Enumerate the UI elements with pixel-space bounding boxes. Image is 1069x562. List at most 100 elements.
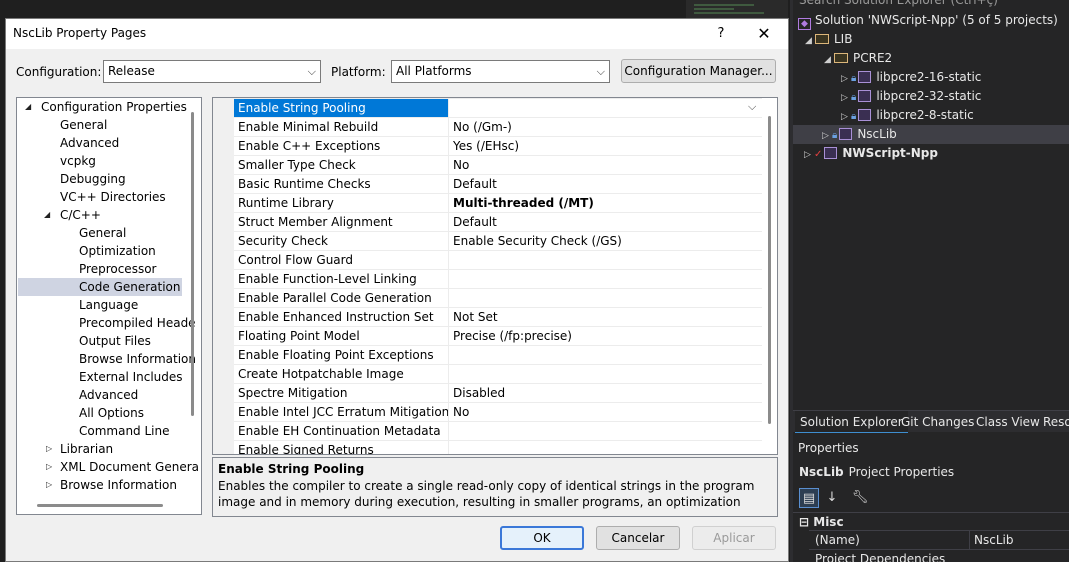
cancel-button[interactable]: Cancelar xyxy=(596,526,680,550)
solution-node[interactable]: ◆ Solution 'NWScript-Npp' (5 of 5 project… xyxy=(798,11,1058,30)
property-row[interactable]: Enable Enhanced Instruction Set Not Set xyxy=(234,307,762,327)
chevron-right-icon[interactable]: ▷ xyxy=(804,146,814,165)
property-value[interactable]: NscLib xyxy=(969,531,1069,550)
property-value[interactable]: Disabled xyxy=(448,384,762,403)
project-nwscript-npp[interactable]: ▷ ✓ NWScript-Npp xyxy=(804,144,938,163)
tab-git-changes[interactable]: Git Changes xyxy=(896,411,979,433)
property-row[interactable]: Smaller Type Check No xyxy=(234,155,762,175)
project-libpcre2-8[interactable]: ▷ 🔒︎ libpcre2-8-static xyxy=(841,106,974,125)
property-row[interactable]: Enable Minimal Rebuild No (/Gm-) xyxy=(234,117,762,137)
tree-item-optimization[interactable]: Optimization xyxy=(79,242,156,260)
tree-item-cpp-advanced[interactable]: Advanced xyxy=(79,386,138,404)
apply-button[interactable]: Aplicar xyxy=(692,526,776,550)
property-value[interactable] xyxy=(448,346,762,365)
ok-button[interactable]: OK xyxy=(500,526,584,550)
tree-item-librarian[interactable]: Librarian xyxy=(60,440,113,458)
property-value[interactable]: No xyxy=(448,403,762,422)
property-row[interactable]: Create Hotpatchable Image xyxy=(234,364,762,384)
property-value[interactable]: No (/Gm-) xyxy=(448,118,762,137)
tree-item-vcpkg[interactable]: vcpkg xyxy=(60,152,96,170)
properties-object-selector[interactable]: NscLib Project Properties xyxy=(793,461,1069,483)
tab-solution-explorer[interactable]: Solution Explorer xyxy=(795,411,908,433)
property-row[interactable]: Enable Intel JCC Erratum Mitigation No xyxy=(234,402,762,422)
configuration-dropdown[interactable]: Release ⌵ xyxy=(103,60,321,83)
property-row[interactable]: Control Flow Guard xyxy=(234,250,762,270)
help-button[interactable]: ? xyxy=(706,22,736,46)
property-value[interactable]: No xyxy=(448,156,762,175)
tab-resource-view[interactable]: Reso xyxy=(1038,411,1069,433)
property-name-row[interactable]: (Name) NscLib xyxy=(809,530,1069,550)
tree-item-all-options[interactable]: All Options xyxy=(79,404,144,422)
folder-lib[interactable]: ◢ LIB xyxy=(805,30,852,49)
tree-item-advanced[interactable]: Advanced xyxy=(60,134,119,152)
tree-item-command-line[interactable]: Command Line xyxy=(79,422,170,440)
property-value[interactable]: Yes (/EHsc) xyxy=(448,137,762,156)
tree-item-preprocessor[interactable]: Preprocessor xyxy=(79,260,156,278)
tree-horizontal-scrollbar[interactable] xyxy=(37,504,163,507)
property-row[interactable]: Struct Member Alignment Default xyxy=(234,212,762,232)
grid-vertical-scrollbar[interactable] xyxy=(768,116,771,424)
property-value[interactable] xyxy=(448,251,762,270)
solution-search-input[interactable]: Search Solution Explorer (Ctrl+ç) xyxy=(793,0,1069,8)
project-nsclib[interactable]: ▷ 🔒︎ NscLib xyxy=(822,125,897,144)
property-row[interactable]: Floating Point Model Precise (/fp:precise… xyxy=(234,326,762,346)
property-value[interactable]: Multi-threaded (/MT) xyxy=(448,194,762,213)
tree-item-browse-information-top[interactable]: Browse Information xyxy=(60,476,177,494)
tree-item-debugging[interactable]: Debugging xyxy=(60,170,126,188)
chevron-right-icon[interactable]: ▷ xyxy=(46,440,52,458)
property-row[interactable]: Enable String Pooling xyxy=(234,98,762,118)
property-value[interactable] xyxy=(448,365,762,384)
chevron-down-icon[interactable]: ◢ xyxy=(44,206,50,224)
tree-item-configuration-properties[interactable]: Configuration Properties xyxy=(41,98,187,116)
editor-minimap[interactable] xyxy=(686,0,788,18)
property-dependencies-row[interactable]: Project Dependencies xyxy=(809,549,1069,562)
property-value[interactable] xyxy=(448,441,762,454)
chevron-down-icon[interactable]: ◢ xyxy=(824,51,834,70)
property-row[interactable]: Enable Signed Returns xyxy=(234,440,762,454)
property-value[interactable]: Precise (/fp:precise) xyxy=(448,327,762,346)
chevron-down-icon[interactable]: ◢ xyxy=(25,98,31,116)
property-tree[interactable]: ◢ Configuration Properties General Advan… xyxy=(16,97,202,515)
folder-pcre2[interactable]: ◢ PCRE2 xyxy=(824,49,892,68)
property-row[interactable]: Enable Parallel Code Generation xyxy=(234,288,762,308)
property-row[interactable]: Enable EH Continuation Metadata xyxy=(234,421,762,441)
project-libpcre2-32[interactable]: ▷ 🔒︎ libpcre2-32-static xyxy=(841,87,981,106)
chevron-right-icon[interactable]: ▷ xyxy=(46,476,52,494)
property-pages-wrench-icon[interactable]: 🔧︎ xyxy=(850,488,870,508)
tree-item-c-cpp[interactable]: C/C++ xyxy=(60,206,101,224)
tree-item-output-files[interactable]: Output Files xyxy=(79,332,151,350)
configuration-manager-button[interactable]: Configuration Manager... xyxy=(621,59,776,83)
categorized-icon[interactable]: ▤ xyxy=(799,488,819,508)
property-value[interactable]: Default xyxy=(448,175,762,194)
close-button[interactable]: ✕ xyxy=(749,22,779,46)
sort-alphabetical-icon[interactable]: ↓ xyxy=(822,488,842,508)
value-dropdown-chevron-icon[interactable]: ⌵ xyxy=(748,100,756,114)
category-misc[interactable]: ⊟ Misc xyxy=(793,512,1069,530)
project-libpcre2-16[interactable]: ▷ 🔒︎ libpcre2-16-static xyxy=(841,68,981,87)
property-row[interactable]: Spectre Mitigation Disabled xyxy=(234,383,762,403)
property-row[interactable]: Basic Runtime Checks Default xyxy=(234,174,762,194)
property-row[interactable]: Security Check Enable Security Check (/GS… xyxy=(234,231,762,251)
property-value[interactable] xyxy=(448,270,762,289)
chevron-right-icon[interactable]: ▷ xyxy=(46,458,52,476)
tree-item-vc-directories[interactable]: VC++ Directories xyxy=(60,188,166,206)
property-row[interactable]: Runtime Library Multi-threaded (/MT) xyxy=(234,193,762,213)
tree-item-browse-information[interactable]: Browse Information xyxy=(79,350,196,368)
chevron-down-icon[interactable]: ◢ xyxy=(805,32,815,51)
tree-item-xml-document-generator[interactable]: XML Document Genera xyxy=(60,458,199,476)
tree-item-code-generation[interactable]: Code Generation xyxy=(18,278,182,296)
property-value[interactable]: Not Set xyxy=(448,308,762,327)
property-value[interactable] xyxy=(448,422,762,441)
property-grid[interactable]: Enable String Pooling Enable Minimal Rebu… xyxy=(212,97,778,455)
tree-item-external-includes[interactable]: External Includes xyxy=(79,368,183,386)
platform-dropdown[interactable]: All Platforms ⌵ xyxy=(391,60,610,83)
tree-item-general[interactable]: General xyxy=(60,116,107,134)
tree-item-precompiled-headers[interactable]: Precompiled Heade xyxy=(79,314,196,332)
property-value[interactable] xyxy=(448,289,762,308)
property-row[interactable]: Enable Floating Point Exceptions xyxy=(234,345,762,365)
dialog-title-bar[interactable]: NscLib Property Pages ? ✕ xyxy=(6,19,788,49)
property-row[interactable]: Enable Function-Level Linking xyxy=(234,269,762,289)
property-row[interactable]: Enable C++ Exceptions Yes (/EHsc) xyxy=(234,136,762,156)
tree-vertical-scrollbar[interactable] xyxy=(191,112,194,416)
property-value[interactable]: Enable Security Check (/GS) xyxy=(448,232,762,251)
